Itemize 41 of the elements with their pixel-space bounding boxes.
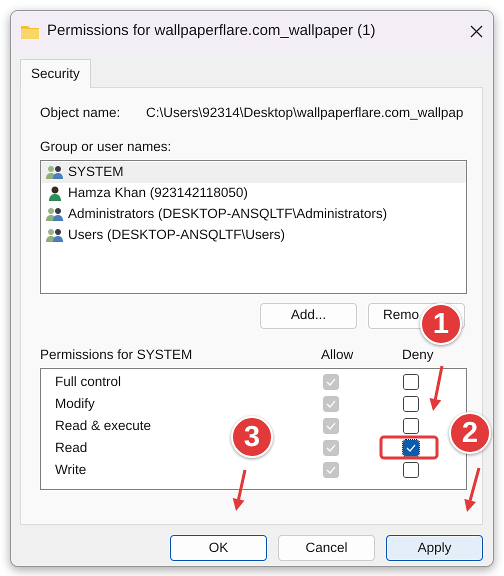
- permissions-label: Permissions for SYSTEM: [40, 346, 194, 364]
- check-icon: [326, 378, 336, 386]
- permission-name: Modify: [54, 394, 96, 413]
- checkbox[interactable]: [403, 418, 419, 434]
- object-name-value: C:\Users\92314\Desktop\wallpaperflare.com_wallpap: [146, 104, 464, 122]
- check-icon: [326, 444, 336, 452]
- users-icon: [46, 164, 64, 180]
- checkbox[interactable]: [403, 462, 419, 478]
- tab[interactable]: Security: [20, 59, 91, 88]
- check-icon: [326, 400, 336, 408]
- deny-header: Deny: [402, 346, 434, 364]
- apply-button[interactable]: Apply: [386, 535, 483, 562]
- pointer-arrow: [464, 468, 480, 512]
- folder-icon: [21, 24, 39, 38]
- checkbox[interactable]: [403, 440, 419, 456]
- user-list-item[interactable]: Hamza Khan (923142118050): [41, 182, 466, 204]
- window-title: Permissions for wallpaperflare.com_wallpaper (1): [47, 20, 376, 41]
- pointer-arrow: [429, 366, 444, 411]
- check-icon: [326, 466, 336, 474]
- permission-name: Read: [54, 438, 88, 457]
- user-list-item[interactable]: SYSTEM: [41, 162, 466, 182]
- check-icon: [326, 422, 336, 430]
- ok-button[interactable]: OK: [170, 535, 267, 562]
- permission-name: Write: [54, 460, 88, 479]
- user-list-item[interactable]: Users (DESKTOP-ANSQLTF\Users): [41, 224, 466, 246]
- users-icon: [46, 227, 64, 243]
- pointer-arrow: [232, 470, 246, 511]
- add-button[interactable]: Add...: [260, 302, 357, 328]
- check-icon: [406, 444, 416, 452]
- permission-name: Full control: [54, 372, 122, 391]
- close-icon[interactable]: [470, 24, 483, 38]
- checkbox[interactable]: [403, 396, 419, 412]
- user-list-item[interactable]: Administrators (DESKTOP-ANSQLTF\Administrators): [41, 204, 466, 224]
- checkbox[interactable]: [403, 374, 419, 390]
- user-icon: [46, 185, 64, 201]
- users-icon: [46, 206, 64, 222]
- highlight-frame: [380, 436, 438, 460]
- cancel-button[interactable]: Cancel: [278, 535, 375, 562]
- object-name-label: Object name:: [40, 104, 122, 122]
- group-label: Group or user names:: [40, 138, 172, 156]
- allow-header: Allow: [321, 346, 354, 364]
